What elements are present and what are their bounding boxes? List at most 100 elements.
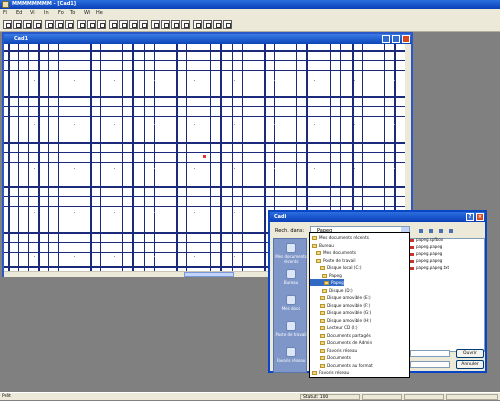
dropdown-item[interactable]: Disque local (C:) <box>310 264 361 271</box>
text-icon[interactable] <box>129 20 138 29</box>
new-icon[interactable] <box>3 20 12 29</box>
group-icon[interactable] <box>213 20 222 29</box>
grid-vertical-line <box>28 44 29 273</box>
grid-dot <box>34 80 35 81</box>
folder-icon <box>312 236 317 240</box>
file-item[interactable]: papeg.papeg <box>410 251 442 256</box>
dropdown-item[interactable]: Bureau <box>310 242 334 249</box>
dropdown-item-label: Papeg <box>331 280 344 285</box>
dropdown-item[interactable]: Documents au format <box>310 362 373 369</box>
paste-icon[interactable] <box>65 20 74 29</box>
menu-item-tools[interactable]: To <box>70 10 75 16</box>
grid-dot <box>314 124 315 125</box>
place-documents[interactable]: Mes docs <box>275 293 307 317</box>
dropdown-item[interactable]: Lecteur CD (I:) <box>310 324 357 331</box>
dropdown-item-label: Documents de Admin <box>327 340 373 345</box>
dropdown-item[interactable]: Disque (D:) <box>310 287 353 294</box>
menu-item-insert[interactable]: In <box>44 10 49 16</box>
copy-icon[interactable] <box>55 20 64 29</box>
dropdown-item[interactable]: Favoris réseau <box>310 369 349 376</box>
maximize-icon[interactable] <box>392 35 400 43</box>
scroll-thumb[interactable] <box>184 272 234 277</box>
close-icon[interactable] <box>402 35 410 43</box>
open-icon[interactable] <box>13 20 22 29</box>
align-right-icon[interactable] <box>171 20 180 29</box>
menu-item-help[interactable]: He <box>96 10 103 16</box>
grid-dot <box>74 80 75 81</box>
view-menu-icon[interactable] <box>446 226 455 235</box>
grid-vertical-line <box>186 44 187 273</box>
grid-dot <box>154 212 155 213</box>
menu-item-format[interactable]: Fo <box>58 10 64 16</box>
dialog-close-icon[interactable]: × <box>476 213 484 221</box>
grid-dot <box>314 80 315 81</box>
folder-icon <box>322 288 327 293</box>
dropdown-item[interactable]: Documents partagés <box>310 332 371 339</box>
dropdown-item[interactable]: Documents <box>310 354 351 361</box>
grid-horizontal-line <box>4 142 411 144</box>
bold-icon[interactable] <box>181 20 190 29</box>
place-recent[interactable]: Mes documents récents <box>275 241 307 265</box>
dropdown-item[interactable]: Documents de Admin <box>310 339 372 346</box>
layer-icon[interactable] <box>203 20 212 29</box>
grid-icon[interactable] <box>139 20 148 29</box>
help-icon[interactable]: ? <box>466 213 474 221</box>
grid-vertical-line <box>18 44 19 273</box>
grid-vertical-line <box>264 44 266 273</box>
rect-icon[interactable] <box>109 20 118 29</box>
menu-item-window[interactable]: Wi <box>84 10 90 16</box>
format-icon[interactable] <box>193 20 202 29</box>
place-desktop[interactable]: Bureau <box>275 267 307 291</box>
dropdown-item-label: Disque amovible (H:) <box>327 317 372 323</box>
file-item[interactable]: papeg.papeg <box>410 258 442 263</box>
dropdown-item[interactable]: Papeg <box>310 279 344 286</box>
open-button[interactable]: Ouvrir <box>456 349 484 358</box>
file-item[interactable]: papeg.papeg <box>410 244 442 249</box>
up-folder-icon[interactable] <box>426 226 435 235</box>
dropdown-item-label: Disque amovible (F:) <box>327 302 371 308</box>
pointer-icon[interactable] <box>77 20 86 29</box>
cancel-button[interactable]: Annuler <box>456 360 484 369</box>
file-item[interactable]: papeg.spfbox <box>410 237 443 242</box>
place-network[interactable]: Favoris réseau <box>275 345 307 369</box>
back-icon[interactable] <box>416 226 425 235</box>
dropdown-item[interactable]: Disque amovible (H:) <box>310 317 371 324</box>
dropdown-item[interactable]: Disque amovible (E:) <box>310 294 371 301</box>
look-in-dropdown[interactable]: Mes documents récents Bureau Mes documents… <box>309 232 410 378</box>
cut-icon[interactable] <box>45 20 54 29</box>
menu-bar: Fi Ed Vi In Fo To Wi He <box>0 9 500 18</box>
save-icon[interactable] <box>23 20 32 29</box>
align-center-icon[interactable] <box>161 20 170 29</box>
file-item[interactable]: papeg.papeg.txt <box>410 265 449 270</box>
menu-item-view[interactable]: Vi <box>30 10 35 16</box>
zoom-icon[interactable] <box>97 20 106 29</box>
dropdown-item[interactable]: Mes documents <box>310 249 356 256</box>
folder-icon <box>320 318 325 323</box>
place-recent-label: Mes documents récents <box>275 254 307 264</box>
file-item-label: papeg.papeg <box>416 244 443 249</box>
line-icon[interactable] <box>119 20 128 29</box>
new-folder-icon[interactable] <box>436 226 445 235</box>
menu-item-edit[interactable]: Ed <box>16 10 22 16</box>
dropdown-item[interactable]: Disque amovible (F:) <box>310 302 370 309</box>
grid-vertical-line <box>90 44 92 273</box>
grid-vertical-line <box>38 44 40 273</box>
grid-vertical-line <box>242 44 243 273</box>
dropdown-item[interactable]: Favoris réseau <box>310 347 357 354</box>
dropdown-item[interactable]: Papeg <box>310 272 342 279</box>
file-type-field[interactable] <box>410 361 450 368</box>
place-computer[interactable]: Poste de travail <box>275 319 307 343</box>
print-icon[interactable] <box>33 20 42 29</box>
grid-dot <box>154 80 155 81</box>
dropdown-item[interactable]: Mes documents récents <box>310 234 369 241</box>
dropdown-item-label: Mes documents récents <box>319 235 369 240</box>
dropdown-item[interactable]: Disque amovible (G:) <box>310 309 371 316</box>
dropdown-item[interactable]: Poste de travail <box>310 257 356 264</box>
align-left-icon[interactable] <box>151 20 160 29</box>
folder-icon <box>312 243 317 248</box>
minimize-icon[interactable] <box>382 35 390 43</box>
rotate-icon[interactable] <box>87 20 96 29</box>
settings-icon[interactable] <box>223 20 232 29</box>
menu-item-file[interactable]: Fi <box>3 10 7 16</box>
file-name-field[interactable] <box>410 350 450 357</box>
